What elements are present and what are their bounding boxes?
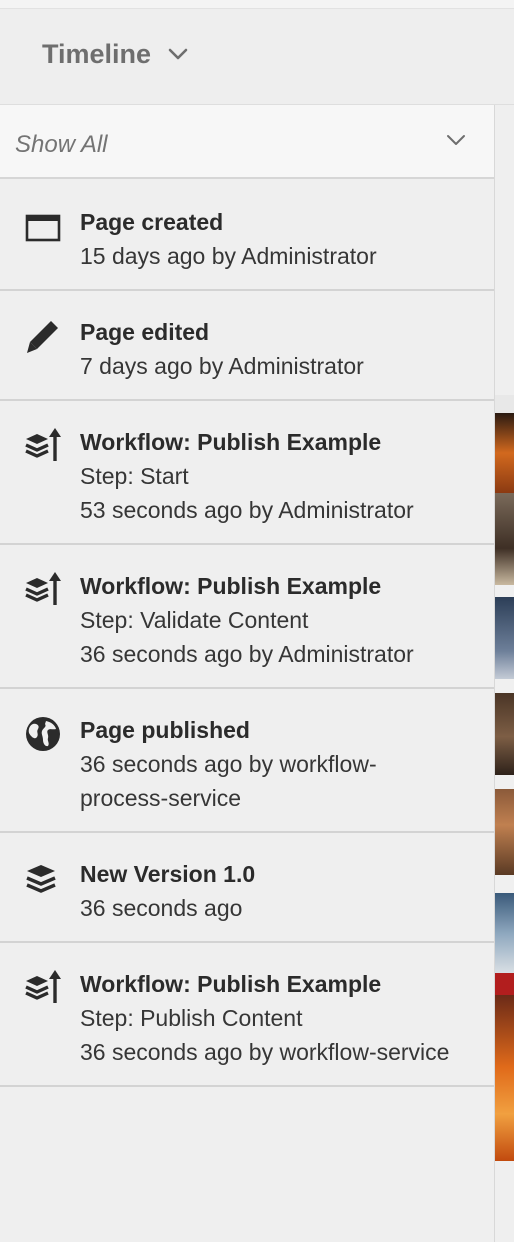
preview-thumbnail — [495, 395, 514, 413]
item-detail: 53 seconds ago by Administrator — [80, 497, 414, 523]
workflow-icon — [25, 970, 61, 1003]
globe-icon — [26, 717, 60, 751]
top-edge — [0, 0, 514, 9]
timeline-item[interactable]: Workflow: Publish Example Step: Start 53… — [0, 401, 494, 545]
workflow-icon — [25, 428, 61, 461]
item-detail: 15 days ago by Administrator — [80, 243, 377, 269]
item-title: Workflow: Publish Example — [80, 429, 382, 455]
item-detail: 36 seconds ago by Administrator — [80, 641, 414, 667]
item-detail: 36 seconds ago — [80, 895, 243, 921]
item-step: Step: Publish Content — [80, 1005, 303, 1031]
preview-thumbnail — [495, 973, 514, 1161]
filter-select[interactable]: Show All — [0, 105, 494, 179]
timeline-item[interactable]: New Version 1.0 36 seconds ago — [0, 833, 494, 943]
layers-icon — [26, 865, 56, 893]
preview-thumbnail — [495, 413, 514, 493]
timeline-title[interactable]: Timeline — [42, 39, 151, 70]
preview-thumbnail — [495, 775, 514, 875]
item-title: Page published — [80, 717, 250, 743]
item-detail: 36 seconds ago by workflow-service — [80, 1039, 450, 1065]
page-preview-strip — [495, 395, 514, 1161]
item-detail-continued: process-service — [80, 785, 242, 811]
item-title: Page edited — [80, 319, 210, 345]
preview-thumbnail — [495, 493, 514, 585]
timeline-item[interactable]: Page published 36 seconds ago by workflo… — [0, 689, 494, 833]
item-detail: 36 seconds ago by workflow- — [80, 751, 377, 777]
item-title: New Version 1.0 — [80, 861, 256, 887]
timeline-item[interactable]: Page edited 7 days ago by Administrator — [0, 291, 494, 401]
item-title: Workflow: Publish Example — [80, 573, 382, 599]
item-step: Step: Start — [80, 463, 189, 489]
timeline-item[interactable]: Page created 15 days ago by Administrato… — [0, 181, 494, 291]
timeline-item[interactable]: Workflow: Publish Example Step: Validate… — [0, 545, 494, 689]
filter-selected-value: Show All — [15, 131, 108, 158]
chevron-down-icon[interactable] — [168, 47, 188, 61]
pencil-icon — [27, 321, 58, 353]
timeline-panel: Show All Page created 15 days ago by Adm… — [0, 105, 495, 1242]
chevron-down-icon[interactable] — [446, 133, 466, 147]
rail-header: Timeline — [0, 9, 514, 105]
item-step: Step: Validate Content — [80, 607, 309, 633]
timeline-list: Page created 15 days ago by Administrato… — [0, 181, 494, 1087]
item-title: Workflow: Publish Example — [80, 971, 382, 997]
page-icon — [25, 214, 61, 242]
item-detail: 7 days ago by Administrator — [80, 353, 364, 379]
workflow-icon — [25, 572, 61, 605]
preview-thumbnail — [495, 875, 514, 973]
item-title: Page created — [80, 209, 224, 235]
preview-thumbnail — [495, 585, 514, 679]
preview-thumbnail — [495, 679, 514, 775]
timeline-item[interactable]: Workflow: Publish Example Step: Publish … — [0, 943, 494, 1087]
